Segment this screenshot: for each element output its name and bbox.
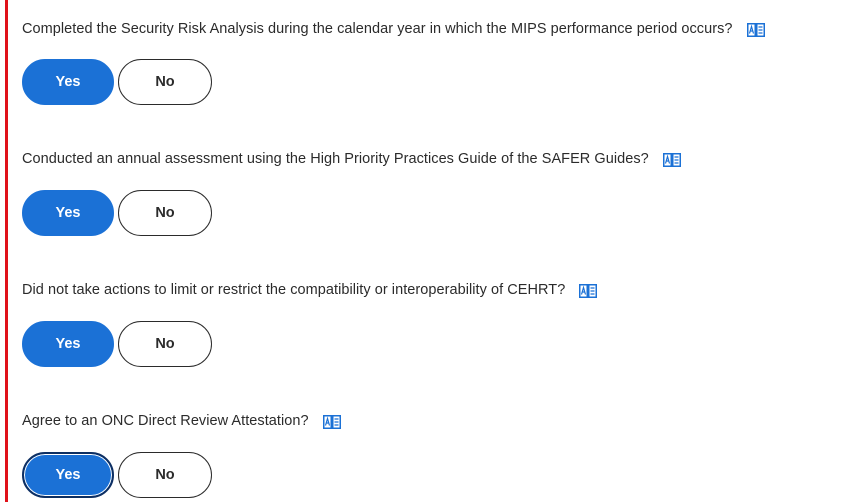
glossary-book-icon[interactable] [322, 415, 341, 429]
question-cehrt-interoperability: Did not take actions to limit or restric… [22, 280, 598, 300]
question-security-risk-analysis: Completed the Security Risk Analysis dur… [22, 19, 765, 39]
question-text: Did not take actions to limit or restric… [22, 282, 566, 298]
question-text: Completed the Security Risk Analysis dur… [22, 21, 733, 37]
highlight-border [5, 0, 8, 502]
yes-no-toggle: Yes No [22, 321, 212, 367]
yes-button[interactable]: Yes [22, 59, 114, 105]
no-button[interactable]: No [118, 452, 212, 498]
yes-no-toggle: Yes No [22, 59, 212, 105]
attestation-panel: Completed the Security Risk Analysis dur… [0, 0, 847, 502]
yes-no-toggle: Yes No [22, 452, 212, 498]
question-safer-guides: Conducted an annual assessment using the… [22, 149, 681, 169]
yes-no-toggle: Yes No [22, 190, 212, 236]
glossary-book-icon[interactable] [746, 23, 765, 37]
question-onc-direct-review: Agree to an ONC Direct Review Attestatio… [22, 411, 341, 431]
yes-button[interactable]: Yes [22, 452, 114, 498]
yes-button[interactable]: Yes [22, 321, 114, 367]
no-button[interactable]: No [118, 321, 212, 367]
yes-button[interactable]: Yes [22, 190, 114, 236]
question-text: Agree to an ONC Direct Review Attestatio… [22, 413, 309, 429]
glossary-book-icon[interactable] [662, 153, 681, 167]
no-button[interactable]: No [118, 59, 212, 105]
no-button[interactable]: No [118, 190, 212, 236]
glossary-book-icon[interactable] [579, 284, 598, 298]
question-text: Conducted an annual assessment using the… [22, 151, 649, 167]
